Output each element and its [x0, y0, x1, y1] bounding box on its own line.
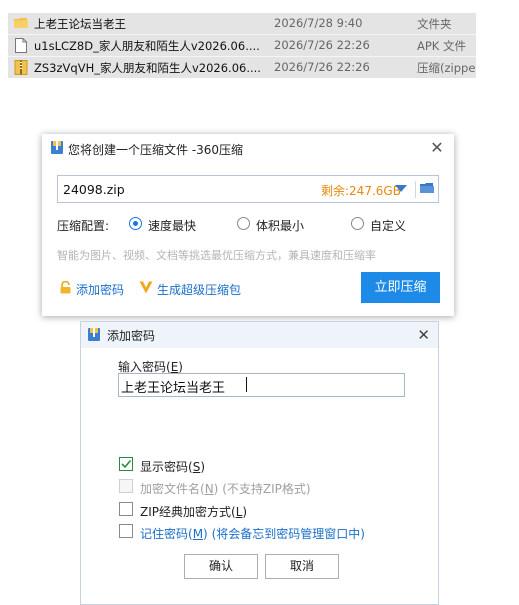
file-row-folder[interactable]: 上老王论坛当老王 2026/7/28 9:40 文件夹: [8, 13, 476, 34]
file-date: 2026/7/28 9:40: [274, 16, 363, 30]
encrypt-filenames-checkbox: [119, 479, 133, 493]
radio-fastest-label[interactable]: 速度最快: [148, 217, 196, 234]
dialog-title: 添加密码: [107, 329, 156, 343]
compress-now-button[interactable]: 立即压缩: [361, 272, 440, 303]
super-zip-icon: [139, 281, 153, 297]
divider: [415, 181, 416, 198]
compress-config-label: 压缩配置:: [57, 219, 110, 233]
password-input[interactable]: 上老王论坛当老王: [118, 373, 405, 397]
zip-app-icon: [87, 327, 101, 345]
radio-smallest[interactable]: [237, 217, 250, 230]
zip-classic-label[interactable]: ZIP经典加密方式(L): [140, 503, 247, 520]
radio-smallest-label[interactable]: 体积最小: [256, 217, 304, 234]
file-name: u1sLCZ8D_家人朋友和陌生人v2026.06....: [34, 39, 260, 53]
file-type: APK 文件: [417, 39, 466, 53]
file-type: 文件夹: [417, 17, 452, 31]
password-value: 上老王论坛当老王: [121, 381, 226, 396]
zip-app-icon: [50, 140, 64, 158]
close-icon[interactable]: ✕: [428, 136, 446, 160]
folder-icon: [14, 16, 28, 33]
chevron-down-icon[interactable]: [395, 185, 407, 192]
checkmark-icon: [121, 459, 132, 469]
ok-button[interactable]: 确认: [184, 554, 258, 579]
file-date: 2026/7/26 22:26: [274, 38, 370, 52]
remember-password-label[interactable]: 记住密码(M) (将会备忘到密码管理窗口中): [140, 525, 365, 542]
document-icon: [14, 38, 28, 56]
super-pack-link[interactable]: 生成超级压缩包: [157, 281, 241, 298]
add-password-dialog: 添加密码 ✕ 输入密码(E) 上老王论坛当老王 显示密码(S) 加密文件名(N)…: [80, 321, 439, 605]
file-row-apk[interactable]: u1sLCZ8D_家人朋友和陌生人v2026.06.... 2026/7/26 …: [8, 35, 476, 56]
dialog-title: 您将创建一个压缩文件 -360压缩: [68, 143, 244, 157]
remember-password-checkbox[interactable]: [119, 524, 133, 538]
radio-custom[interactable]: [351, 217, 364, 230]
filename-value: 24098.zip: [63, 182, 125, 197]
cancel-button[interactable]: 取消: [265, 554, 339, 579]
radio-fastest[interactable]: [129, 217, 142, 230]
file-name: ZS3zVqVH_家人朋友和陌生人v2026.06....: [34, 61, 261, 75]
lock-icon: [59, 280, 72, 297]
zip-classic-checkbox[interactable]: [119, 502, 133, 516]
folder-browse-icon[interactable]: [420, 182, 434, 198]
compress-hint: 智能为图片、视频、文档等挑选最优压缩方式，兼具速度和压缩率: [57, 249, 376, 262]
radio-custom-label[interactable]: 自定义: [370, 217, 406, 234]
zip-icon: [14, 60, 28, 78]
close-icon[interactable]: ✕: [417, 323, 430, 347]
file-row-zip[interactable]: ZS3zVqVH_家人朋友和陌生人v2026.06.... 2026/7/26 …: [8, 57, 476, 78]
text-caret: [246, 377, 247, 392]
show-password-label[interactable]: 显示密码(S): [140, 458, 205, 475]
compress-dialog: 您将创建一个压缩文件 -360压缩 ✕ 24098.zip 剩余:247.6GB…: [42, 134, 454, 316]
file-type: 压缩(zippe: [417, 61, 476, 75]
file-date: 2026/7/26 22:26: [274, 60, 370, 74]
show-password-checkbox[interactable]: [119, 457, 133, 471]
add-password-link[interactable]: 添加密码: [76, 281, 124, 298]
encrypt-filenames-label: 加密文件名(N) (不支持ZIP格式): [140, 482, 311, 496]
file-name: 上老王论坛当老王: [34, 17, 126, 31]
filename-input[interactable]: 24098.zip 剩余:247.6GB: [57, 175, 439, 203]
free-space-label: 剩余:247.6GB: [321, 184, 401, 198]
